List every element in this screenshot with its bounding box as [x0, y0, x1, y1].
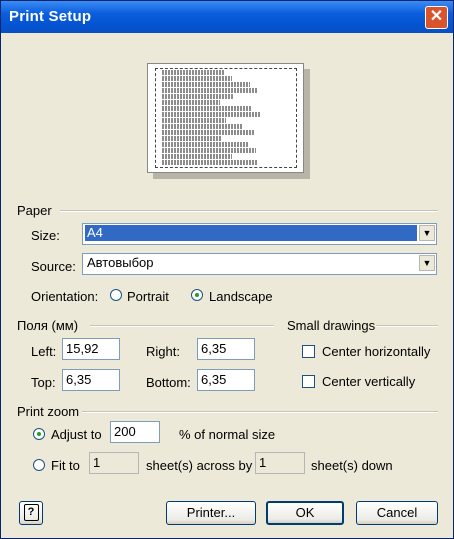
center-vertically-label[interactable]: Center vertically [322, 374, 415, 389]
paper-group-label: Paper [17, 203, 52, 218]
title-bar[interactable]: Print Setup ✕ [1, 1, 453, 33]
small-drawings-group-divider [376, 325, 438, 327]
fit-across-input[interactable]: 1 [89, 452, 139, 474]
help-button[interactable]: ? [19, 501, 43, 525]
preview-text-line [162, 106, 252, 111]
margins-group-divider [90, 325, 274, 327]
ok-button[interactable]: OK [266, 501, 344, 525]
page-preview [147, 63, 304, 173]
paper-group-divider [60, 210, 438, 212]
size-label: Size: [31, 228, 60, 243]
center-horizontally-label[interactable]: Center horizontally [322, 344, 430, 359]
adjust-to-label[interactable]: Adjust to [51, 427, 102, 442]
right-margin-label: Right: [146, 344, 180, 359]
preview-text-line [162, 118, 226, 123]
dialog-body: Paper Size: A4 ▼ Source: Автовыбор ▼ Ori… [4, 33, 450, 535]
center-horizontally-checkbox[interactable] [302, 345, 315, 358]
print-zoom-group-label: Print zoom [17, 404, 80, 419]
landscape-radio[interactable] [191, 289, 203, 301]
chevron-down-icon[interactable]: ▼ [419, 255, 435, 271]
close-button[interactable]: ✕ [425, 6, 448, 29]
landscape-label[interactable]: Landscape [209, 289, 273, 304]
adjust-to-radio[interactable] [33, 428, 45, 440]
preview-text-line [162, 100, 220, 105]
preview-text-line [162, 148, 256, 153]
preview-text-line [162, 136, 222, 141]
preview-text-line [162, 88, 258, 93]
cancel-button[interactable]: Cancel [356, 501, 438, 525]
zoom-percent-suffix: % of normal size [179, 427, 276, 442]
close-icon: ✕ [429, 8, 444, 25]
preview-text-line [162, 70, 224, 75]
top-margin-input[interactable]: 6,35 [62, 369, 120, 391]
print-zoom-group-divider [82, 411, 438, 413]
preview-text-line [162, 130, 254, 135]
left-margin-label: Left: [31, 344, 57, 359]
source-select[interactable]: Автовыбор ▼ [82, 253, 437, 275]
preview-text-line [162, 112, 260, 117]
preview-text-line [162, 76, 232, 81]
preview-text-line [162, 160, 258, 165]
fit-down-suffix: sheet(s) down [311, 458, 393, 473]
dialog-title: Print Setup [9, 8, 92, 25]
portrait-radio[interactable] [110, 289, 122, 301]
source-value: Автовыбор [87, 255, 154, 270]
left-margin-input[interactable]: 15,92 [62, 338, 120, 360]
fit-to-label[interactable]: Fit to [51, 458, 80, 473]
printable-area [155, 68, 297, 168]
top-margin-label: Top: [31, 375, 56, 390]
preview-text-line [162, 94, 234, 99]
source-label: Source: [31, 259, 76, 274]
fit-down-input[interactable]: 1 [255, 452, 305, 474]
fit-to-radio[interactable] [33, 459, 45, 471]
zoom-percent-input[interactable]: 200 [110, 421, 160, 443]
preview-text-line [162, 154, 232, 159]
portrait-label[interactable]: Portrait [127, 289, 169, 304]
bottom-margin-label: Bottom: [146, 375, 191, 390]
size-value: A4 [85, 225, 417, 241]
size-select[interactable]: A4 ▼ [82, 223, 437, 245]
help-icon: ? [23, 504, 39, 521]
preview-text-line [162, 142, 248, 147]
preview-text-line [162, 82, 250, 87]
chevron-down-icon[interactable]: ▼ [419, 225, 435, 241]
center-vertically-checkbox[interactable] [302, 375, 315, 388]
fit-across-suffix: sheet(s) across by [146, 458, 253, 473]
preview-text-line [162, 124, 242, 129]
margins-group-label: Поля (мм) [17, 318, 79, 333]
print-setup-dialog: Print Setup ✕ Paper Size: A4 ▼ Source: А… [0, 0, 454, 539]
printer-button[interactable]: Printer... [166, 501, 256, 525]
right-margin-input[interactable]: 6,35 [197, 338, 255, 360]
small-drawings-group-label: Small drawings [287, 318, 376, 333]
orientation-label: Orientation: [31, 289, 99, 304]
bottom-margin-input[interactable]: 6,35 [197, 369, 255, 391]
